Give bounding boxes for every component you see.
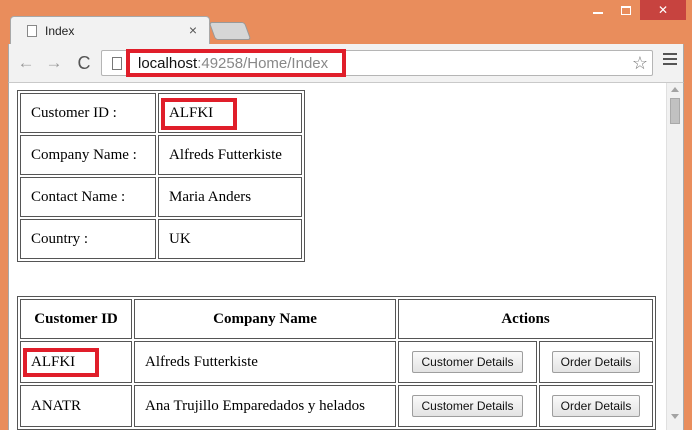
detail-row: Customer ID : ALFKI (20, 93, 302, 133)
customer-details-cell: Customer Details (398, 385, 537, 427)
order-details-cell: Order Details (539, 341, 653, 383)
customer-details-cell: Customer Details (398, 341, 537, 383)
detail-row: Country : UK (20, 219, 302, 259)
order-details-button[interactable]: Order Details (551, 351, 641, 373)
close-icon: ✕ (657, 3, 669, 17)
customer-details-button[interactable]: Customer Details (412, 351, 523, 373)
detail-row: Contact Name : Maria Anders (20, 177, 302, 217)
close-window-button[interactable]: ✕ (640, 0, 686, 20)
detail-value: ALFKI (158, 93, 302, 133)
customers-table: Customer ID Company Name Actions ALFKI A… (17, 296, 656, 430)
table-row: ANATR Ana Trujillo Emparedados y helados… (20, 385, 653, 427)
browser-tab[interactable]: Index × (10, 16, 210, 44)
company-name-cell: Ana Trujillo Emparedados y helados (134, 385, 396, 427)
window-controls: ✕ (584, 0, 686, 20)
company-name-cell: Alfreds Futterkiste (134, 341, 396, 383)
browser-window: ✕ Index × ← → C localhost:49258/Home/Ind… (0, 0, 692, 430)
maximize-button[interactable] (612, 0, 640, 20)
page-info-icon[interactable] (112, 57, 122, 70)
minimize-icon (593, 12, 603, 14)
maximize-icon (621, 5, 631, 15)
column-header-company-name: Company Name (134, 299, 396, 339)
customer-details-button[interactable]: Customer Details (412, 395, 523, 417)
customer-id-highlight: ALFKI (22, 347, 100, 377)
order-details-cell: Order Details (539, 385, 653, 427)
column-header-customer-id: Customer ID (20, 299, 132, 339)
detail-value: UK (158, 219, 302, 259)
menu-icon[interactable] (663, 53, 677, 68)
page-icon (27, 25, 37, 37)
address-bar[interactable]: localhost:49258/Home/Index ☆ (101, 49, 653, 77)
customer-id-highlight: ALFKI (160, 97, 238, 130)
detail-label: Customer ID : (20, 93, 156, 133)
customer-detail-table: Customer ID : ALFKI Company Name : Alfre… (17, 90, 305, 262)
minimize-button[interactable] (584, 0, 612, 20)
forward-arrow-icon[interactable]: → (43, 52, 65, 74)
detail-label: Country : (20, 219, 156, 259)
vertical-scrollbar[interactable] (666, 83, 683, 430)
scrollbar-thumb[interactable] (670, 98, 680, 124)
browser-toolbar: ← → C localhost:49258/Home/Index ☆ (8, 44, 684, 82)
detail-label: Contact Name : (20, 177, 156, 217)
bookmark-star-icon[interactable]: ☆ (632, 53, 648, 74)
url-highlight-box (126, 49, 346, 77)
scroll-up-icon[interactable] (671, 87, 679, 92)
back-arrow-icon[interactable]: ← (15, 52, 37, 74)
detail-row: Company Name : Alfreds Futterkiste (20, 135, 302, 175)
order-details-button[interactable]: Order Details (551, 395, 641, 417)
reload-icon[interactable]: C (73, 52, 95, 74)
customer-id-cell: ALFKI (20, 341, 132, 383)
table-row: ALFKI Alfreds Futterkiste Customer Detai… (20, 341, 653, 383)
table-header-row: Customer ID Company Name Actions (20, 299, 653, 339)
new-tab-button[interactable] (208, 22, 252, 40)
detail-value: Alfreds Futterkiste (158, 135, 302, 175)
column-header-actions: Actions (398, 299, 653, 339)
detail-value: Maria Anders (158, 177, 302, 217)
detail-label: Company Name : (20, 135, 156, 175)
tab-close-icon[interactable]: × (189, 22, 197, 38)
page-content: Customer ID : ALFKI Company Name : Alfre… (8, 82, 684, 430)
customer-id-cell: ANATR (20, 385, 132, 427)
tab-title: Index (45, 24, 75, 38)
scroll-down-icon[interactable] (671, 414, 679, 419)
